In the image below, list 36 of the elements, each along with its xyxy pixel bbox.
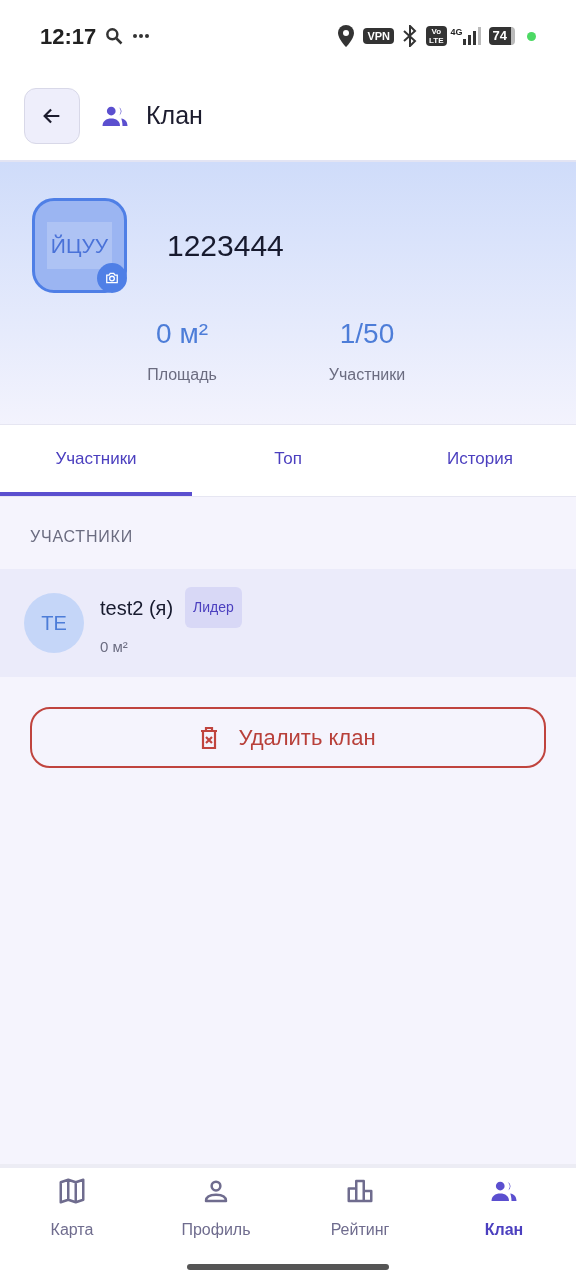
nav-item[interactable]: Профиль	[144, 1168, 288, 1280]
stat-label: Участники	[328, 365, 406, 385]
role-tag: Лидер	[185, 587, 242, 629]
member-row[interactable]: TE test2 (я) Лидер 0 м²	[0, 569, 576, 677]
clan-name: 1223444	[167, 228, 284, 264]
delete-clan-button[interactable]: Удалить клан	[30, 707, 546, 768]
volte-badge: Vo LTE	[426, 26, 447, 46]
stat-value: 1/50	[339, 317, 395, 351]
status-time: 12:17	[40, 22, 97, 51]
tab[interactable]: Топ	[192, 425, 384, 496]
stat-value: 0 м²	[156, 317, 208, 351]
nav-item[interactable]: Рейтинг	[288, 1168, 432, 1280]
nav-item[interactable]: Карта	[0, 1168, 144, 1280]
tab[interactable]: Участники	[0, 425, 192, 496]
battery-indicator: 74	[488, 27, 515, 45]
tab[interactable]: История	[384, 425, 576, 496]
bluetooth-icon	[402, 25, 418, 47]
nav-item[interactable]: Клан	[432, 1168, 576, 1280]
member-name: test2 (я)	[100, 595, 174, 621]
network-label: 4G	[450, 26, 463, 39]
member-area: 0 м²	[100, 636, 242, 659]
vpn-badge: VPN	[363, 28, 394, 44]
search-icon	[104, 26, 125, 46]
section-title: УЧАСТНИКИ	[29, 527, 135, 547]
more-icon	[132, 33, 151, 39]
page-title: Клан	[146, 100, 203, 132]
member-avatar: TE	[24, 593, 84, 653]
back-button[interactable]	[24, 88, 80, 144]
signal-icon	[462, 27, 481, 45]
stat-label: Площадь	[147, 365, 217, 385]
trash-icon	[200, 726, 219, 749]
camera-icon	[105, 271, 119, 285]
map-icon	[57, 1176, 87, 1206]
camera-button[interactable]	[97, 263, 127, 293]
location-icon	[337, 25, 356, 47]
emblem-text: ЙЦУУ	[46, 221, 113, 270]
